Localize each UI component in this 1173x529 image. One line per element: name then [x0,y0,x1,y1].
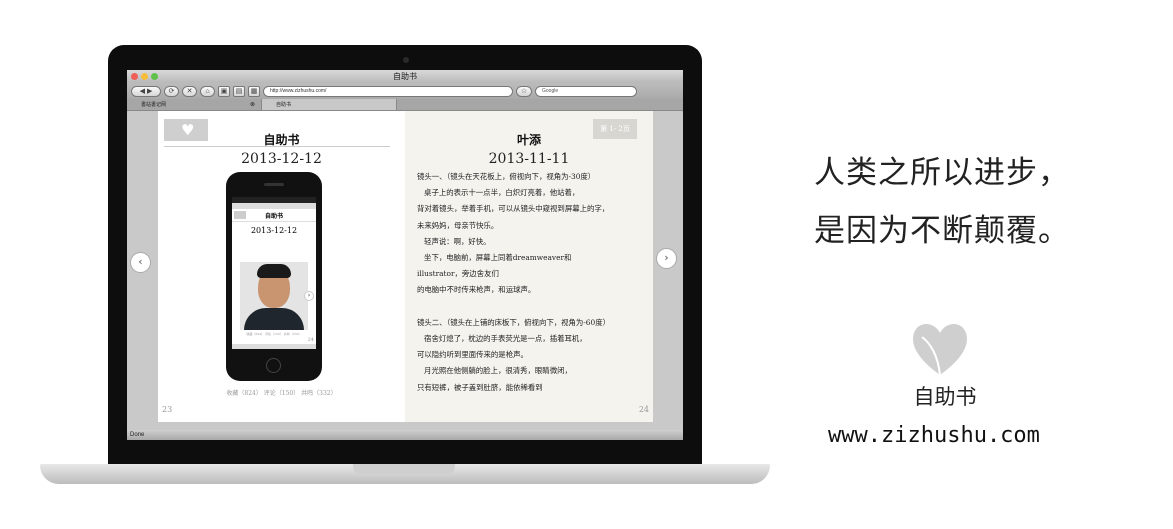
tab-label: 書站書记网 [141,102,167,108]
bookmark-bar-icon[interactable]: ▤ [233,85,245,97]
photo-hair [257,264,291,278]
slogan-line-1: 人类之所以进步， [814,155,1070,191]
status-bar: Done [127,430,683,440]
author-name: 叶添 [516,133,541,147]
phone-speaker [264,183,284,186]
right-page: 第 1- 2页 叶添 2013-11-11 镜头一、（镜头在天花板上，俯视向下，… [405,111,653,422]
phone-bottom-bar [232,344,316,349]
author-photo [240,262,308,330]
home-button[interactable]: ⌂ [200,85,215,97]
page-content: ♥ 自助书 2013-12-12 自助书 2013-12-12 › 收藏（824… [127,111,683,430]
zoom-window-button[interactable] [151,73,158,80]
story-text: 镜头一、（镜头在天花板上，俯视向下，视角为-30度） 桌子上的表示十一点半，白炽… [417,172,610,392]
bookmark-star-icon[interactable]: ☆ [516,85,532,97]
brand-name: 自助书 [913,385,977,409]
brand-url: www.zizhushu.com [828,423,1040,448]
close-tab-icon[interactable]: ⊗ [250,99,255,111]
phone-date: 2013-12-12 [250,226,298,235]
photo-shirt [244,308,304,330]
tab-bar: 書站書记网 ⊗ 自助书 [127,99,683,111]
phone-stats: 收藏（824） 评论（150） 共鸣（332） [246,332,302,336]
phone-header: 自助书 [232,209,316,222]
brand-heart-icon [913,324,967,376]
stop-button[interactable]: ✕ [182,85,197,97]
window-titlebar: 自助书 [127,70,683,83]
screenshot-icon[interactable]: ▣ [218,85,230,97]
laptop-chin [108,438,702,465]
phone-next-button[interactable]: › [304,291,314,301]
phone-title: 自助书 [264,213,283,220]
right-page-number: 24 [638,405,649,414]
right-page-date: 2013-11-11 [488,151,570,167]
close-window-button[interactable] [131,73,138,80]
rss-icon[interactable]: ▦ [248,85,260,97]
slogan-line-2: 是因为不断颠覆。 [814,213,1070,249]
left-page-number: 23 [162,405,173,414]
tab-2[interactable]: 自助书 [262,99,397,110]
laptop-notch [353,464,455,474]
browser-toolbar: ◀ ▶ ⟳ ✕ ⌂ ▣ ▤ ▦ http://www.zizhushu.com/… [127,83,683,99]
back-forward-button[interactable]: ◀ ▶ [131,85,161,97]
browser-window: 自助书 ◀ ▶ ⟳ ✕ ⌂ ▣ ▤ ▦ http://www.zizhushu.… [127,70,683,440]
phone-page-number: 24 [307,337,314,343]
promo-banner: 自助书 ◀ ▶ ⟳ ✕ ⌂ ▣ ▤ ▦ http://www.zizhushu.… [0,0,1173,529]
next-page-button[interactable]: › [656,248,677,269]
webcam [403,57,409,63]
phone-home-button [266,358,281,373]
address-bar[interactable]: http://www.zizhushu.com/ [263,85,513,97]
prev-page-button[interactable]: ‹ [130,252,151,273]
tab-1[interactable]: 書站書记网 ⊗ [127,99,262,110]
left-page-stats: 收藏（824） 评论（150） 共鸣（332） [226,390,337,397]
reload-button[interactable]: ⟳ [164,85,179,97]
window-title: 自助书 [393,72,417,81]
tab-label: 自助书 [276,102,292,108]
left-page-date: 2013-12-12 [241,151,322,167]
search-input[interactable]: Google [535,85,637,97]
minimize-window-button[interactable] [141,73,148,80]
divider [164,146,390,147]
left-page: ♥ 自助书 2013-12-12 自助书 2013-12-12 › 收藏（824… [158,111,405,422]
phone-mockup: 自助书 2013-12-12 › 收藏（824） 评论（150） 共鸣（332）… [226,172,322,381]
phone-screen: 自助书 2013-12-12 › 收藏（824） 评论（150） 共鸣（332）… [232,197,316,349]
